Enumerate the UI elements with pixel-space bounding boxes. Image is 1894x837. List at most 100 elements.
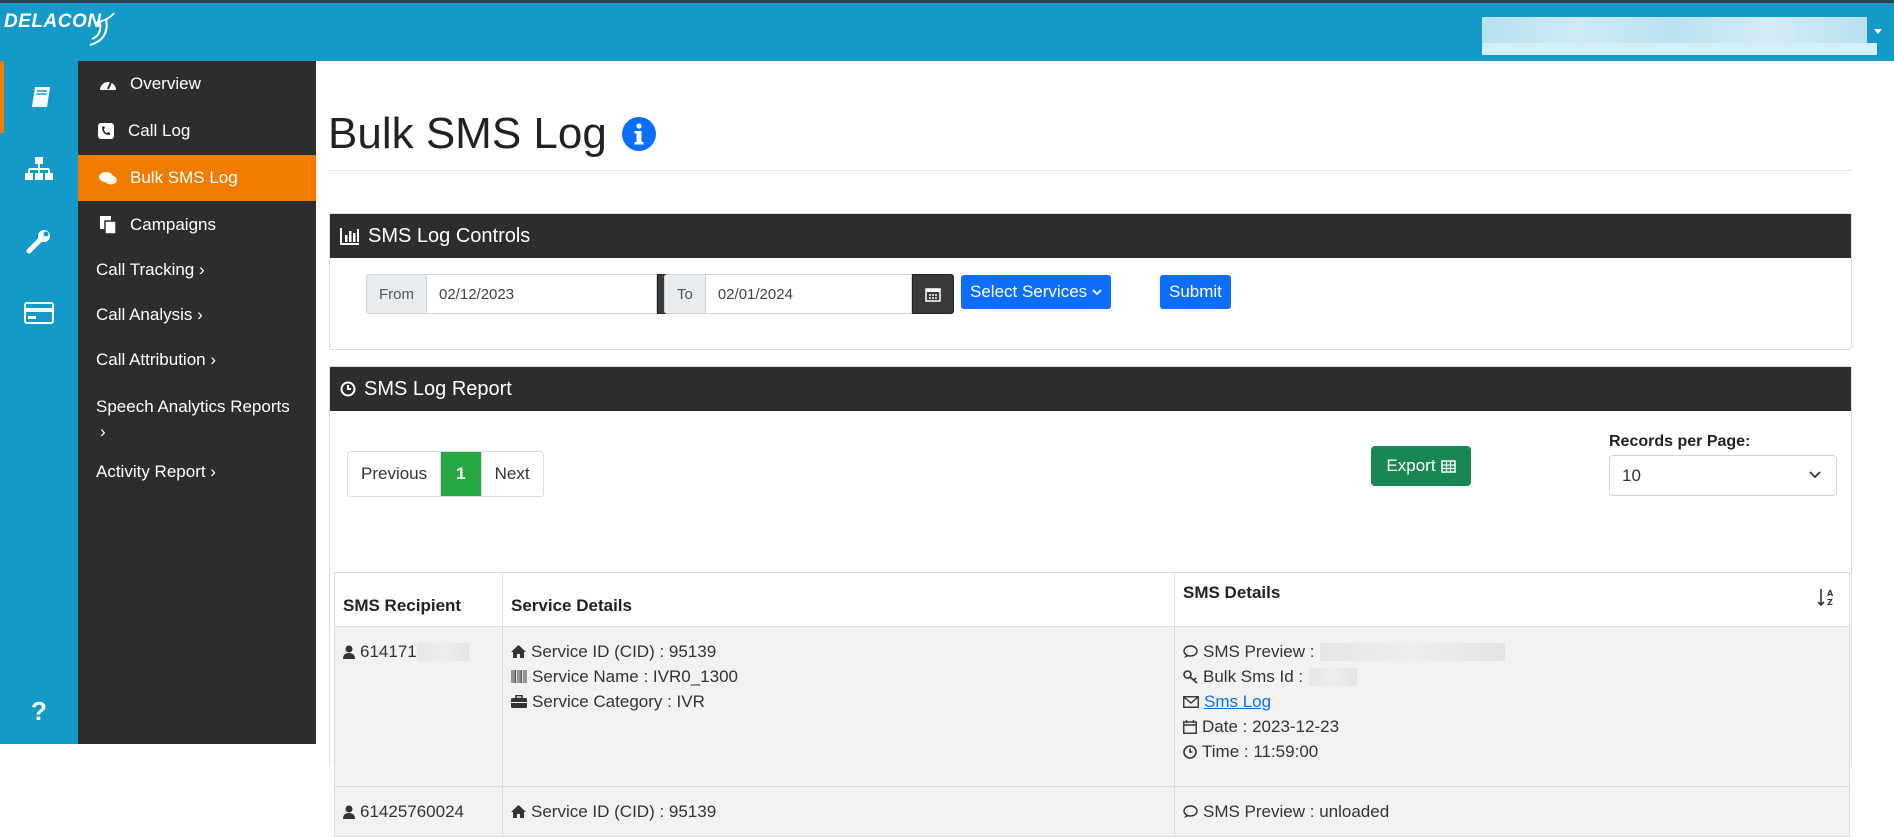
rail-logs[interactable] <box>0 61 78 133</box>
cell-recipient: 614171 <box>334 626 503 787</box>
redacted-text <box>416 642 469 661</box>
rail-tools[interactable] <box>0 205 78 277</box>
sms-preview-label: SMS Preview : <box>1203 642 1315 661</box>
export-button[interactable]: Export <box>1371 446 1471 486</box>
sidebar-item-call-tracking[interactable]: Call Tracking › <box>78 247 316 293</box>
calendar-icon <box>925 288 941 302</box>
sidebar-item-label: Call Log <box>128 121 191 140</box>
bulk-sms-id-label: Bulk Sms Id : <box>1203 667 1304 686</box>
calendar-icon <box>1183 719 1197 734</box>
sms-preview-label: SMS Preview : unloaded <box>1203 802 1390 821</box>
sidebar-item-campaigns[interactable]: Campaigns <box>78 202 316 248</box>
recipient-number: 61425760024 <box>360 802 465 821</box>
from-date-group: From 02/12/2023 <box>366 274 699 314</box>
sidebar-item-label: Campaigns <box>130 215 216 234</box>
service-category: Service Category : IVR <box>532 692 705 711</box>
page-1-button[interactable]: 1 <box>441 452 482 496</box>
main-content: Bulk SMS Log SMS Log Controls From 02/12… <box>316 61 1894 837</box>
briefcase-icon <box>511 695 527 708</box>
sms-time: Time : 11:59:00 <box>1202 742 1319 761</box>
svg-text:Z: Z <box>1827 598 1833 607</box>
sidebar-item-speech-analytics[interactable]: Speech Analytics Reports › <box>96 394 311 444</box>
panel-title: SMS Log Controls <box>368 224 531 247</box>
select-services-button[interactable]: Select Services <box>961 275 1112 309</box>
sms-log-controls-panel: SMS Log Controls From 02/12/2023 To 02/0… <box>329 213 1852 350</box>
page-title: Bulk SMS Log <box>328 109 657 159</box>
top-bar: DELACON <box>0 0 1894 61</box>
next-page-button[interactable]: Next <box>481 452 543 496</box>
col-sms-recipient[interactable]: SMS Recipient <box>334 572 503 627</box>
delacon-logo[interactable]: DELACON <box>4 11 101 33</box>
sidebar-item-label: Call Attribution › <box>96 350 216 369</box>
user-menu-subtext <box>1482 43 1877 55</box>
table-row: 61425760024 Service ID (CID) : 95139 SMS… <box>334 786 1850 837</box>
sidebar-item-bulk-sms-log[interactable]: Bulk SMS Log <box>78 155 316 201</box>
user-menu[interactable] <box>1482 17 1867 43</box>
page-title-text: Bulk SMS Log <box>328 109 607 158</box>
chevron-down-icon <box>1809 471 1821 479</box>
wrench-icon <box>26 230 50 254</box>
from-label: From <box>366 274 427 314</box>
home-icon <box>511 805 526 818</box>
cell-sms-details: SMS Preview : Bulk Sms Id : Sms Log Date… <box>1174 626 1850 787</box>
sort-alpha-icon[interactable]: AZ <box>1817 587 1835 607</box>
bar-chart-icon <box>340 228 359 245</box>
user-icon <box>343 645 355 659</box>
barcode-icon <box>511 670 527 683</box>
info-icon[interactable] <box>621 116 657 152</box>
cell-recipient: 61425760024 <box>334 786 503 837</box>
cell-sms-details: SMS Preview : unloaded <box>1174 786 1850 837</box>
cell-service-details: Service ID (CID) : 95139 Service Name : … <box>502 626 1175 787</box>
user-menu-caret-icon[interactable] <box>1874 29 1882 34</box>
export-label: Export <box>1386 456 1436 475</box>
sidebar-item-label: Call Analysis › <box>96 305 203 324</box>
to-label: To <box>664 274 706 314</box>
copy-icon <box>98 216 118 234</box>
rail-billing[interactable] <box>0 277 78 349</box>
help-icon[interactable]: ? <box>0 691 78 731</box>
icon-rail: ? <box>0 61 78 744</box>
sidebar-item-overview[interactable]: Overview <box>78 61 316 107</box>
sidebar-item-label: Activity Report › <box>96 462 216 481</box>
from-date-input[interactable]: 02/12/2023 <box>427 274 657 314</box>
sidebar-item-call-log[interactable]: Call Log <box>78 108 316 154</box>
panel-title: SMS Log Report <box>364 377 512 400</box>
rail-network[interactable] <box>0 133 78 205</box>
service-id: Service ID (CID) : 95139 <box>531 802 717 821</box>
sidebar-item-call-analysis[interactable]: Call Analysis › <box>78 292 316 338</box>
col-service-details[interactable]: Service Details <box>502 572 1175 627</box>
submit-button[interactable]: Submit <box>1160 275 1231 309</box>
comments-icon <box>98 171 118 186</box>
sidebar-item-label: Speech Analytics Reports <box>96 397 290 416</box>
recipient-number: 614171 <box>360 642 417 661</box>
sidebar-item-activity-report[interactable]: Activity Report › <box>78 449 316 495</box>
select-services-label: Select Services <box>970 282 1088 301</box>
col-sms-details-label: SMS Details <box>1183 583 1281 602</box>
sidebar-item-call-attribution[interactable]: Call Attribution › <box>78 337 316 383</box>
key-icon <box>1183 669 1198 684</box>
sidebar-item-label: Overview <box>130 74 201 93</box>
previous-page-button[interactable]: Previous <box>348 452 442 496</box>
sidebar-item-label: Bulk SMS Log <box>130 168 238 187</box>
to-date-input[interactable]: 02/01/2024 <box>705 274 912 314</box>
records-per-page-select[interactable]: 10 <box>1609 455 1837 496</box>
records-per-page-label: Records per Page: <box>1609 433 1751 450</box>
table-header-row: SMS Recipient Service Details SMS Detail… <box>334 572 1850 627</box>
sidebar: Overview Call Log Bulk SMS Log Campaigns… <box>78 61 316 744</box>
clock-icon <box>1183 744 1197 759</box>
to-calendar-button[interactable] <box>911 274 954 314</box>
sms-date: Date : 2023-12-23 <box>1202 717 1340 736</box>
sms-log-table: SMS Recipient Service Details SMS Detail… <box>334 572 1850 837</box>
panel-header: SMS Log Report <box>330 367 1851 411</box>
chevron-down-icon <box>1092 289 1102 296</box>
records-per-page-value: 10 <box>1622 465 1641 485</box>
credit-card-icon <box>24 302 54 324</box>
signal-waves-icon <box>89 12 115 46</box>
col-sms-details[interactable]: SMS Details AZ <box>1174 572 1850 627</box>
service-id: Service ID (CID) : 95139 <box>531 642 717 661</box>
sms-log-link[interactable]: Sms Log <box>1204 689 1271 714</box>
pagination: Previous 1 Next <box>347 451 544 497</box>
home-icon <box>511 645 526 658</box>
title-divider <box>328 170 1852 171</box>
svg-text:A: A <box>1827 589 1834 598</box>
